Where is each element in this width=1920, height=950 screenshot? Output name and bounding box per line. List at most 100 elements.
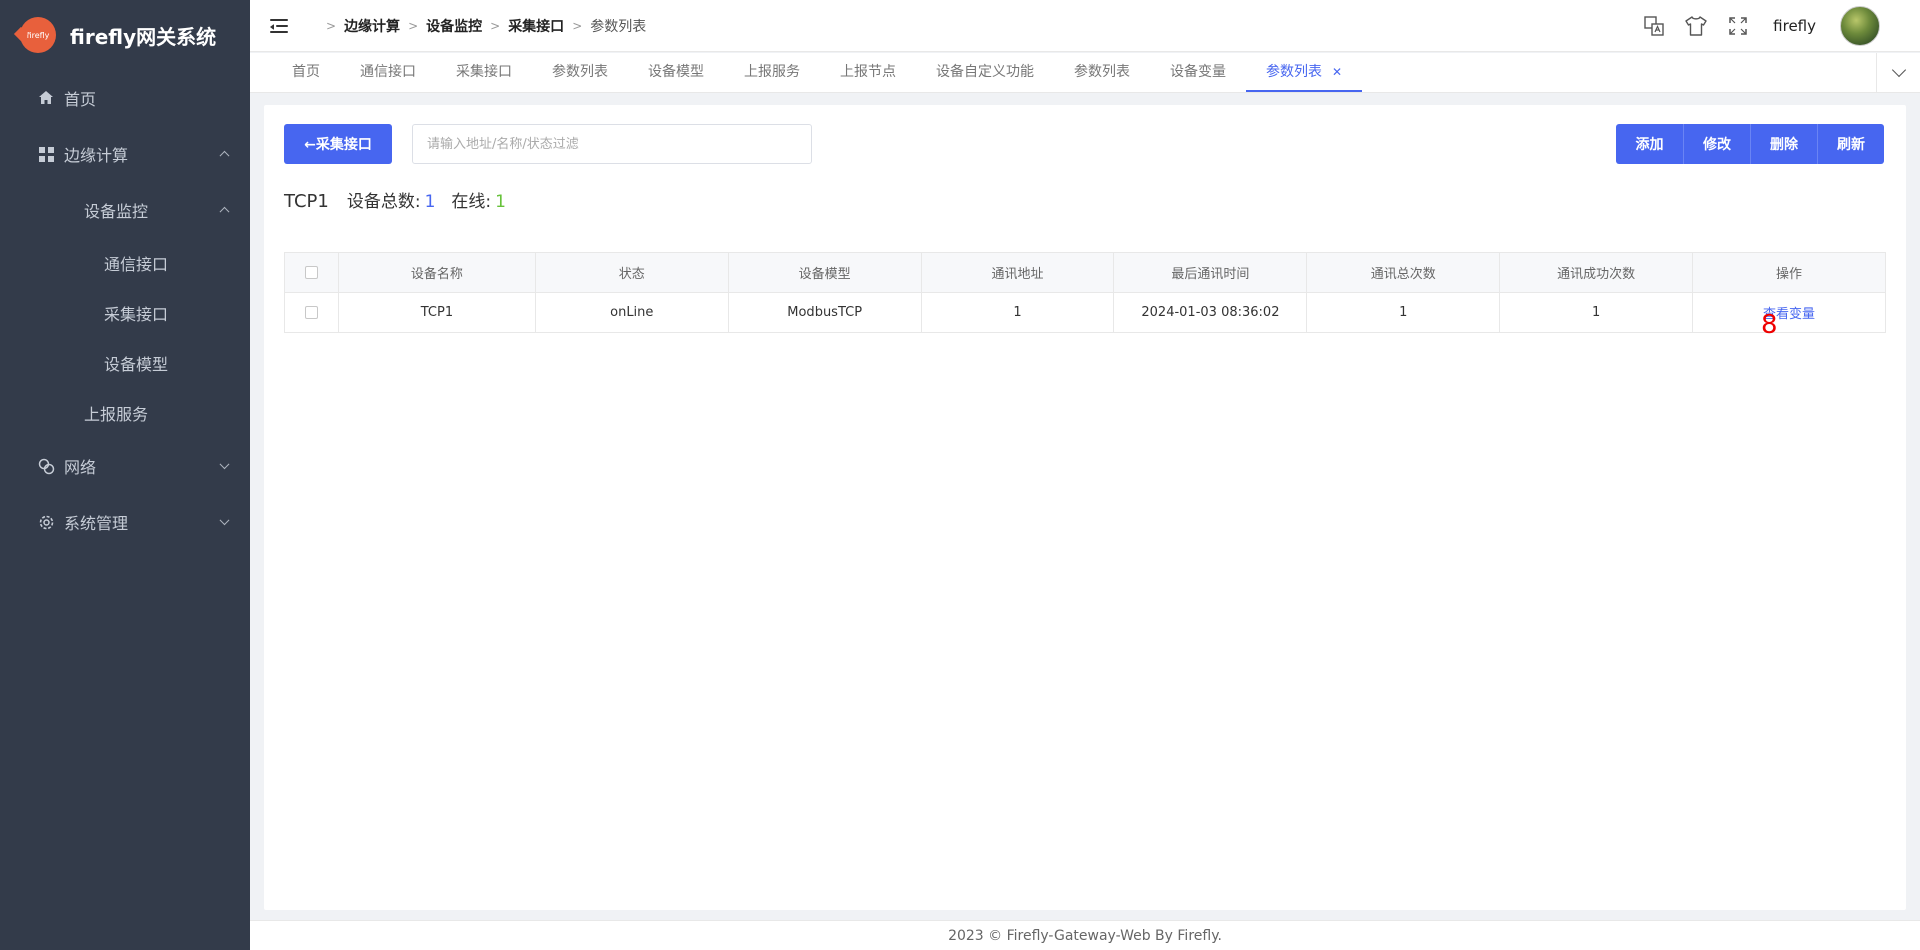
tab-param-list[interactable]: 参数列表 xyxy=(532,52,628,92)
model-cell: ModbusTCP xyxy=(727,292,922,333)
top-bar: > 边缘计算 > 设备监控 > 采集接口 > 参数列表 firefly xyxy=(250,0,1920,52)
online-label: 在线: xyxy=(451,192,492,212)
tab-label: 参数列表 xyxy=(1266,64,1322,80)
sidebar-item-label: 设备模型 xyxy=(104,355,169,374)
column-header[interactable]: 设备模型 xyxy=(727,252,922,293)
chevron-up-icon xyxy=(219,206,230,217)
tab-param-list[interactable]: 参数列表 xyxy=(1054,52,1150,92)
network-icon xyxy=(36,458,56,475)
select-all-cell xyxy=(284,252,339,293)
home-icon xyxy=(36,90,56,106)
username[interactable]: firefly xyxy=(1773,17,1816,35)
column-header[interactable]: 设备名称 xyxy=(337,252,536,293)
sidebar: firefly firefly网关系统 首页 边缘计算 设备监控 通信接口 采集… xyxy=(0,0,250,950)
breadcrumb-item[interactable]: 边缘计算 xyxy=(344,16,400,36)
row-select-cell xyxy=(284,292,339,333)
sidebar-item-comm-interface[interactable]: 通信接口 xyxy=(0,238,250,288)
search-input[interactable] xyxy=(412,124,812,164)
sidebar-item-label: 上报服务 xyxy=(84,405,149,424)
column-header[interactable]: 通讯总次数 xyxy=(1306,252,1501,293)
select-all-checkbox[interactable] xyxy=(304,266,318,279)
tabs-more-dropdown[interactable] xyxy=(1876,53,1920,93)
tab-param-list-active[interactable]: 参数列表 ✕ xyxy=(1246,52,1363,92)
column-header[interactable]: 状态 xyxy=(534,252,729,293)
row-checkbox[interactable] xyxy=(304,306,318,319)
breadcrumb-item[interactable]: 采集接口 xyxy=(508,16,564,36)
sidebar-item-label: 采集接口 xyxy=(104,305,169,324)
tab-comm-interface[interactable]: 通信接口 xyxy=(340,52,436,92)
device-name-cell: TCP1 xyxy=(337,292,536,333)
refresh-button[interactable]: 刷新 xyxy=(1817,124,1884,164)
tab-device-model[interactable]: 设备模型 xyxy=(628,52,724,92)
logo-mark-text: firefly xyxy=(26,30,50,40)
sidebar-menu: 首页 边缘计算 设备监控 通信接口 采集接口 设备模型 上报服务 网络 系统管理 xyxy=(0,70,250,550)
shirt-icon[interactable] xyxy=(1685,15,1707,37)
last-time-cell: 2024-01-03 08:36:02 xyxy=(1113,292,1308,333)
tab-report-node[interactable]: 上报节点 xyxy=(820,52,916,92)
action-cell: 查看变量 xyxy=(1692,292,1886,333)
table-header-row: 设备名称 状态 设备模型 通讯地址 最后通讯时间 通讯总次数 通讯成功次数 操作 xyxy=(284,252,1886,293)
chevron-down-icon xyxy=(219,515,230,526)
main-card: ←采集接口 添加 修改 删除 刷新 TCP1 设备总数: 1 在线: 1 设备名… xyxy=(264,105,1906,910)
online-count: 1 xyxy=(495,192,506,212)
column-header: 操作 xyxy=(1692,252,1886,293)
sidebar-item-device-model[interactable]: 设备模型 xyxy=(0,338,250,388)
tab-device-variables[interactable]: 设备变量 xyxy=(1150,52,1246,92)
success-count-cell: 1 xyxy=(1499,292,1694,333)
add-button[interactable]: 添加 xyxy=(1616,124,1683,164)
breadcrumb-separator-icon: > xyxy=(572,18,583,33)
avatar[interactable] xyxy=(1840,6,1880,46)
sidebar-item-home[interactable]: 首页 xyxy=(0,70,250,126)
column-header[interactable]: 通讯地址 xyxy=(920,252,1115,293)
footer: 2023 © Firefly-Gateway-Web By Firefly. xyxy=(250,920,1920,950)
sidebar-item-label: 网络 xyxy=(64,458,97,477)
fullscreen-icon[interactable] xyxy=(1727,15,1749,37)
tab-device-custom-function[interactable]: 设备自定义功能 xyxy=(916,52,1054,92)
delete-button[interactable]: 删除 xyxy=(1750,124,1817,164)
column-header[interactable]: 通讯成功次数 xyxy=(1499,252,1694,293)
sidebar-item-system[interactable]: 系统管理 xyxy=(0,494,250,550)
port-name: TCP1 xyxy=(284,191,329,212)
tab-bar: 首页 通信接口 采集接口 参数列表 设备模型 上报服务 上报节点 设备自定义功能… xyxy=(250,53,1920,93)
sidebar-item-report-service[interactable]: 上报服务 xyxy=(0,388,250,438)
back-to-collect-interface-button[interactable]: ←采集接口 xyxy=(284,124,392,164)
breadcrumb: > 边缘计算 > 设备监控 > 采集接口 > 参数列表 xyxy=(318,16,646,36)
annotation-label: 8 xyxy=(1761,310,1778,340)
chevron-up-icon xyxy=(219,150,230,161)
tab-collect-interface[interactable]: 采集接口 xyxy=(436,52,532,92)
translate-icon[interactable] xyxy=(1643,15,1665,37)
total-count: 1 xyxy=(424,192,436,212)
close-icon[interactable]: ✕ xyxy=(1332,65,1342,79)
top-right-actions: firefly xyxy=(1623,0,1880,52)
total-label: 设备总数: xyxy=(346,192,421,212)
action-button-group: 添加 修改 删除 刷新 xyxy=(1616,124,1884,164)
chevron-down-icon xyxy=(1891,62,1906,78)
tab-home[interactable]: 首页 xyxy=(272,52,340,92)
device-summary: TCP1 设备总数: 1 在线: 1 xyxy=(284,187,506,212)
tab-report-service[interactable]: 上报服务 xyxy=(724,52,820,92)
sidebar-item-label: 首页 xyxy=(64,90,97,109)
sidebar-item-label: 设备监控 xyxy=(84,202,149,221)
column-header[interactable]: 最后通讯时间 xyxy=(1113,252,1308,293)
chevron-down-icon xyxy=(219,459,230,470)
sidebar-item-collect-interface[interactable]: 采集接口 xyxy=(0,288,250,338)
breadcrumb-separator-icon: > xyxy=(326,18,337,33)
breadcrumb-separator-icon: > xyxy=(490,18,501,33)
grid-icon xyxy=(36,146,56,162)
total-count-cell: 1 xyxy=(1306,292,1501,333)
address-cell: 1 xyxy=(920,292,1115,333)
breadcrumb-item[interactable]: 设备监控 xyxy=(426,16,482,36)
sidebar-item-label: 通信接口 xyxy=(104,255,169,274)
status-cell: onLine xyxy=(534,292,729,333)
gear-icon xyxy=(36,514,56,531)
sidebar-item-network[interactable]: 网络 xyxy=(0,438,250,494)
breadcrumb-separator-icon: > xyxy=(408,18,419,33)
breadcrumb-current: 参数列表 xyxy=(590,18,647,35)
table-row[interactable]: TCP1 onLine ModbusTCP 1 2024-01-03 08:36… xyxy=(284,292,1886,333)
sidebar-item-edge-computing[interactable]: 边缘计算 xyxy=(0,126,250,182)
sidebar-item-device-monitor[interactable]: 设备监控 xyxy=(0,182,250,238)
app-logo[interactable]: firefly firefly网关系统 xyxy=(0,0,250,70)
sidebar-item-label: 边缘计算 xyxy=(64,146,129,165)
menu-toggle-icon[interactable] xyxy=(270,18,288,33)
edit-button[interactable]: 修改 xyxy=(1683,124,1750,164)
